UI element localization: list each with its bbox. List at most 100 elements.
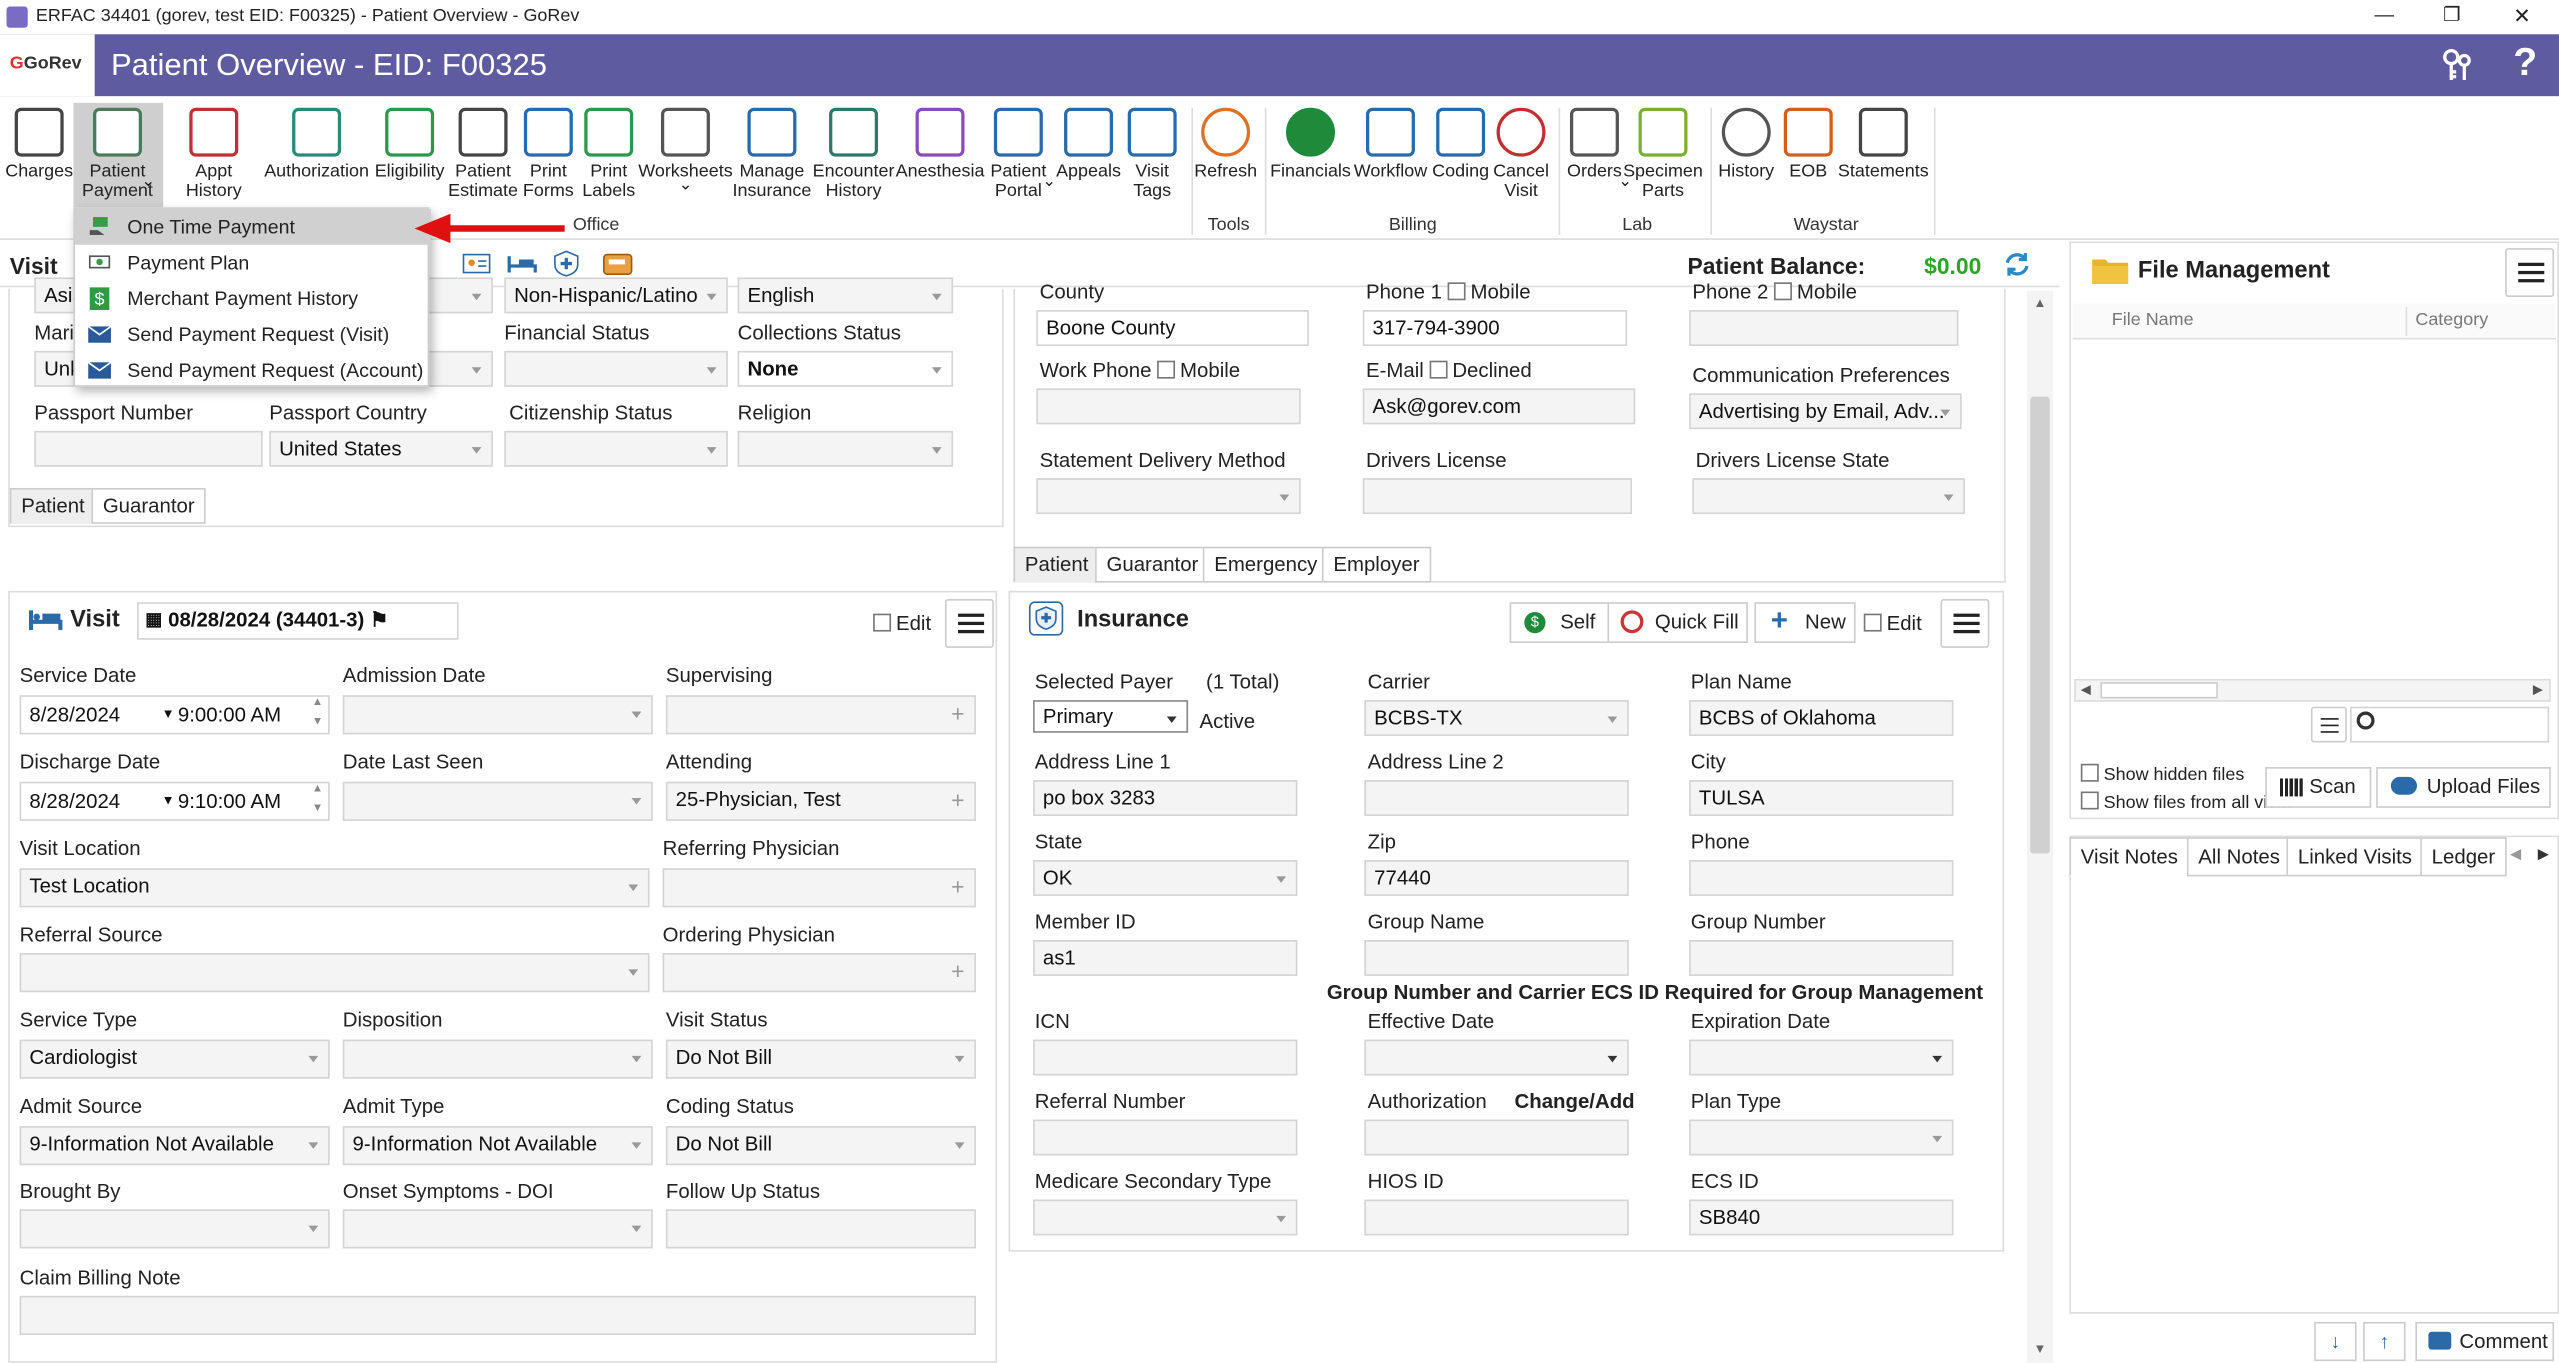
plan-name-input[interactable]: BCBS of Oklahoma [1689, 700, 1954, 737]
financial-status-select[interactable] [504, 350, 728, 387]
disposition-select[interactable] [342, 1039, 653, 1079]
stmt-delivery-select[interactable] [1036, 478, 1301, 515]
religion-select[interactable] [737, 430, 954, 467]
carrier-select[interactable]: BCBS-TX [1364, 700, 1629, 737]
address1-input[interactable]: po box 3283 [1033, 780, 1298, 816]
icn-input[interactable] [1033, 1039, 1298, 1076]
keys-icon[interactable] [2440, 47, 2476, 83]
state-select[interactable]: OK [1033, 860, 1298, 896]
work-phone-input[interactable] [1036, 388, 1301, 425]
tab-all-notes[interactable]: All Notes [2186, 837, 2292, 877]
statements-button[interactable]: Statements [1826, 107, 1940, 181]
visit-status-select[interactable]: Do Not Bill [665, 1039, 976, 1079]
zip-input[interactable]: 77440 [1364, 860, 1629, 896]
scroll-thumb[interactable] [2030, 396, 2050, 854]
city-input[interactable]: TULSA [1689, 780, 1954, 816]
visit-edit-checkbox[interactable]: Edit [873, 612, 931, 635]
scroll-right-arrow[interactable]: ▶ [2533, 682, 2543, 697]
show-hidden-checkbox[interactable]: Show hidden files [2080, 763, 2244, 785]
passport-number-input[interactable] [34, 430, 263, 467]
medicare-secondary-select[interactable] [1033, 1199, 1298, 1236]
tab-guarantor[interactable]: Guarantor [91, 487, 207, 524]
visit-date-select[interactable]: ▦ 08/28/2024 (34401-3) ⚑ [137, 602, 459, 640]
plan-type-select[interactable] [1689, 1119, 1954, 1156]
coding-status-select[interactable]: Do Not Bill [665, 1126, 976, 1166]
files-menu-button[interactable] [2505, 248, 2555, 298]
phone2-input[interactable] [1689, 310, 1959, 346]
drivers-license-state-select[interactable] [1692, 478, 1965, 515]
phone1-input[interactable]: 317-794-3900 [1362, 310, 1628, 346]
hscroll-thumb[interactable] [2100, 682, 2218, 699]
brought-by-select[interactable] [19, 1209, 330, 1249]
effective-date-select[interactable] [1364, 1039, 1629, 1076]
move-down-button[interactable]: ↓ [2314, 1321, 2357, 1362]
insurance-menu-button[interactable] [1940, 598, 1990, 648]
show-all-checkbox[interactable]: Show files from all visits [2080, 791, 2294, 813]
menu-payment-plan[interactable]: Payment Plan [75, 245, 431, 281]
phone-input[interactable] [1689, 860, 1954, 896]
expiration-date-select[interactable] [1689, 1039, 1954, 1076]
bed-icon[interactable] [507, 250, 537, 276]
quick-fill-button[interactable]: Quick Fill [1607, 602, 1748, 644]
ordering-physician-input[interactable] [662, 953, 976, 993]
tab-ledger[interactable]: Ledger [2420, 837, 2507, 877]
spinner-icon[interactable]: ▲ ▼ [312, 783, 323, 819]
tab-linked-visits[interactable]: Linked Visits [2286, 837, 2424, 877]
scroll-up-arrow[interactable]: ▲ [2033, 295, 2046, 310]
admit-type-select[interactable]: 9-Information Not Available [342, 1126, 653, 1166]
referral-number-input[interactable] [1033, 1119, 1298, 1156]
admit-source-select[interactable]: 9-Information Not Available [19, 1126, 330, 1166]
appt-history-button[interactable]: Appt History [157, 107, 271, 201]
hios-id-input[interactable] [1364, 1199, 1629, 1236]
scroll-left-arrow[interactable]: ◀ [2081, 682, 2091, 697]
email-input[interactable]: Ask@gorev.com [1362, 388, 1636, 425]
visit-menu-button[interactable] [944, 598, 994, 648]
move-up-button[interactable]: ↑ [2363, 1321, 2406, 1362]
menu-send-request-visit[interactable]: Send Payment Request (Visit) [75, 317, 431, 353]
col-file-name[interactable]: File Name [2112, 310, 2194, 330]
passport-country-select[interactable]: United States [269, 430, 493, 467]
files-search-input[interactable] [2350, 706, 2550, 743]
visit-location-select[interactable]: Test Location [19, 868, 650, 908]
help-icon[interactable]: ? [2513, 41, 2537, 87]
member-id-input[interactable]: as1 [1033, 940, 1298, 976]
insurance-icon[interactable] [552, 250, 581, 278]
supervising-input[interactable] [665, 695, 976, 735]
address2-input[interactable] [1364, 780, 1629, 816]
new-insurance-button[interactable]: + New [1754, 602, 1856, 644]
service-date-input[interactable]: 8/28/2024 ▼ 9:00:00 AM ▲ ▼ [19, 695, 330, 735]
close-button[interactable]: ✕ [2513, 3, 2531, 29]
group-name-input[interactable] [1364, 940, 1629, 976]
referral-source-select[interactable] [19, 953, 650, 993]
phone1-mobile-checkbox[interactable] [1447, 282, 1466, 301]
contact-tab-guarantor[interactable]: Guarantor [1095, 546, 1210, 583]
citizenship-select[interactable] [504, 430, 728, 467]
menu-send-request-account[interactable]: Send Payment Request (Account) [75, 353, 431, 389]
tabs-right-arrow[interactable]: ▶ [2538, 845, 2549, 863]
work-mobile-checkbox[interactable] [1157, 360, 1176, 379]
admission-date-select[interactable] [342, 695, 653, 735]
comm-pref-select[interactable]: Advertising by Email, Adv... [1689, 393, 1962, 430]
contact-tab-emergency[interactable]: Emergency [1202, 546, 1329, 583]
refresh-balance-icon[interactable] [2002, 251, 2031, 277]
group-number-input[interactable] [1689, 940, 1954, 976]
maximize-button[interactable]: ❐ [2443, 3, 2461, 26]
file-hscrollbar[interactable]: ◀ ▶ [2074, 678, 2551, 702]
scan-button[interactable]: Scan [2265, 767, 2372, 808]
email-declined-checkbox[interactable] [1429, 360, 1448, 379]
drivers-license-input[interactable] [1362, 478, 1632, 515]
upload-files-button[interactable]: Upload Files [2376, 767, 2551, 808]
main-scrollbar[interactable]: ▲ ▼ [2026, 290, 2054, 1363]
phone2-mobile-checkbox[interactable] [1774, 282, 1793, 301]
id-card-icon[interactable] [462, 251, 491, 275]
tab-visit-notes[interactable]: Visit Notes [2069, 837, 2190, 877]
menu-one-time-payment[interactable]: One Time Payment [75, 208, 431, 245]
authorization-input[interactable] [1364, 1119, 1629, 1156]
date-last-seen-select[interactable] [342, 781, 653, 821]
service-type-select[interactable]: Cardiologist [19, 1039, 330, 1079]
collections-status-select[interactable]: None [737, 350, 954, 387]
language-select[interactable]: English [737, 277, 954, 314]
col-category[interactable]: Category [2415, 310, 2488, 330]
discharge-date-input[interactable]: 8/28/2024 ▼ 9:10:00 AM ▲ ▼ [19, 781, 330, 821]
onset-select[interactable] [342, 1209, 653, 1249]
